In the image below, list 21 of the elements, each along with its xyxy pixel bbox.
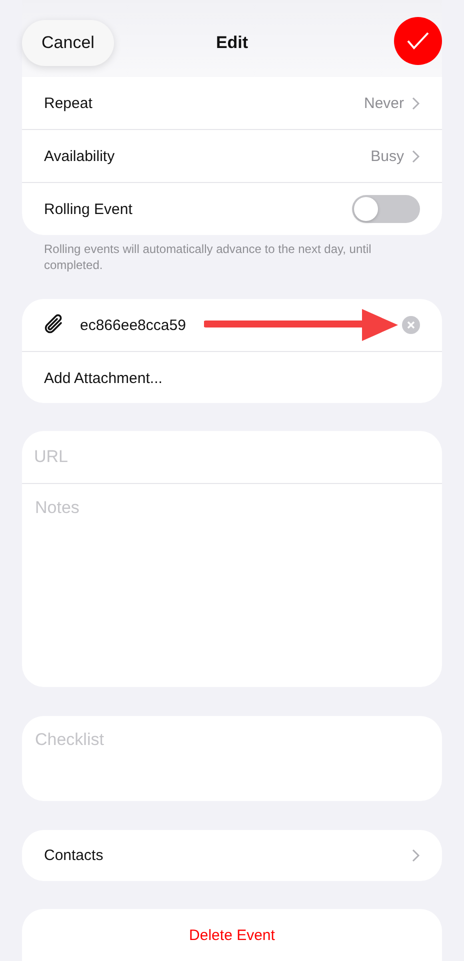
screen-title: Edit xyxy=(216,33,248,53)
contacts-row[interactable]: Contacts xyxy=(22,830,442,882)
url-field[interactable]: URL xyxy=(22,431,442,484)
arrow-icon xyxy=(204,307,400,343)
attachment-filename: ec866ee8cca59 xyxy=(80,316,187,334)
chevron-icon xyxy=(412,96,420,110)
toggle-switch[interactable] xyxy=(352,195,420,223)
cancel-button[interactable]: Cancel xyxy=(22,20,114,66)
add-attachment-link[interactable]: Add Attachment... xyxy=(44,370,420,386)
settings-note: Rolling events will automatically advance to the next day, until completed. xyxy=(44,241,372,273)
remove-icon[interactable] xyxy=(402,316,420,334)
chevron-icon xyxy=(412,849,420,862)
setting-label: Rolling Event xyxy=(44,200,134,218)
notes-field[interactable]: Notes xyxy=(22,483,442,688)
chevron-icon xyxy=(412,150,420,162)
checkmark-icon xyxy=(407,32,429,50)
setting-label: Repeat xyxy=(44,94,94,112)
checklist-field[interactable]: Checklist xyxy=(22,716,442,801)
setting-label: Availability xyxy=(44,148,116,164)
delete-button[interactable]: Delete Event xyxy=(22,909,442,961)
contacts-label: Contacts xyxy=(44,847,104,864)
